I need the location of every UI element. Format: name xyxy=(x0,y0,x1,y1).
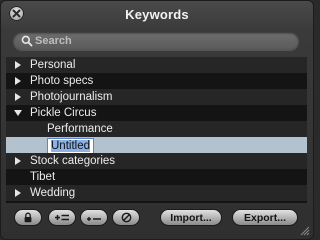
delete-icon xyxy=(121,212,131,223)
keyword-row[interactable]: Photo specs xyxy=(6,73,307,89)
keyword-row[interactable]: Pickle Circus xyxy=(6,105,307,121)
window-title: Keywords xyxy=(125,7,189,22)
disclosure-triangle-right-icon[interactable] xyxy=(14,61,22,69)
title-bar[interactable]: Keywords xyxy=(1,1,313,28)
export-button[interactable]: Export... xyxy=(233,210,297,225)
delete-keyword-button[interactable] xyxy=(113,210,139,225)
disclosure-triangle-down-icon[interactable] xyxy=(14,109,22,117)
disclosure-triangle-right-icon[interactable] xyxy=(14,77,22,85)
disclosure-triangle-right-icon[interactable] xyxy=(14,189,22,197)
keyword-row[interactable]: Personal xyxy=(6,57,307,73)
keyword-label: Untitled xyxy=(51,140,90,152)
footer-toolbar: Import... Export... xyxy=(1,204,313,239)
keyword-label: Wedding xyxy=(30,187,76,199)
add-subkeyword-icon xyxy=(87,217,101,221)
keyword-row[interactable]: Tibet xyxy=(6,169,307,185)
add-keyword-icon xyxy=(55,214,69,221)
disclosure-triangle-right-icon[interactable] xyxy=(14,93,22,101)
keyword-label: Stock categories xyxy=(30,155,116,167)
keyword-label: Photojournalism xyxy=(30,91,113,103)
keyword-label: Photo specs xyxy=(30,75,94,87)
search-field[interactable] xyxy=(13,32,299,50)
lock-button[interactable] xyxy=(15,210,41,225)
keyword-label: Personal xyxy=(30,59,76,71)
keywords-panel: Keywords Personal Photo specs Photojournal… xyxy=(0,0,314,240)
search-input[interactable] xyxy=(35,32,285,50)
keyword-edit-field[interactable]: Untitled xyxy=(47,138,94,154)
keyword-row[interactable]: Photojournalism xyxy=(6,89,307,105)
keyword-label: Tibet xyxy=(30,171,56,183)
import-button[interactable]: Import... xyxy=(161,210,221,225)
keyword-row[interactable]: Untitled xyxy=(6,137,307,154)
keyword-label: Performance xyxy=(47,123,113,135)
keyword-row[interactable]: Performance xyxy=(6,121,307,137)
add-keyword-button[interactable] xyxy=(49,210,75,225)
keyword-row[interactable]: Stock categories xyxy=(6,153,307,169)
search-icon xyxy=(21,35,33,47)
add-subkeyword-button[interactable] xyxy=(81,210,107,225)
keyword-row[interactable]: Wedding xyxy=(6,185,307,201)
disclosure-triangle-right-icon[interactable] xyxy=(14,157,22,165)
keyword-label: Pickle Circus xyxy=(30,107,97,119)
keyword-list[interactable]: Personal Photo specs Photojournalism Pickle… xyxy=(6,57,307,203)
resize-grip-icon[interactable] xyxy=(299,225,310,236)
lock-icon xyxy=(24,212,32,223)
